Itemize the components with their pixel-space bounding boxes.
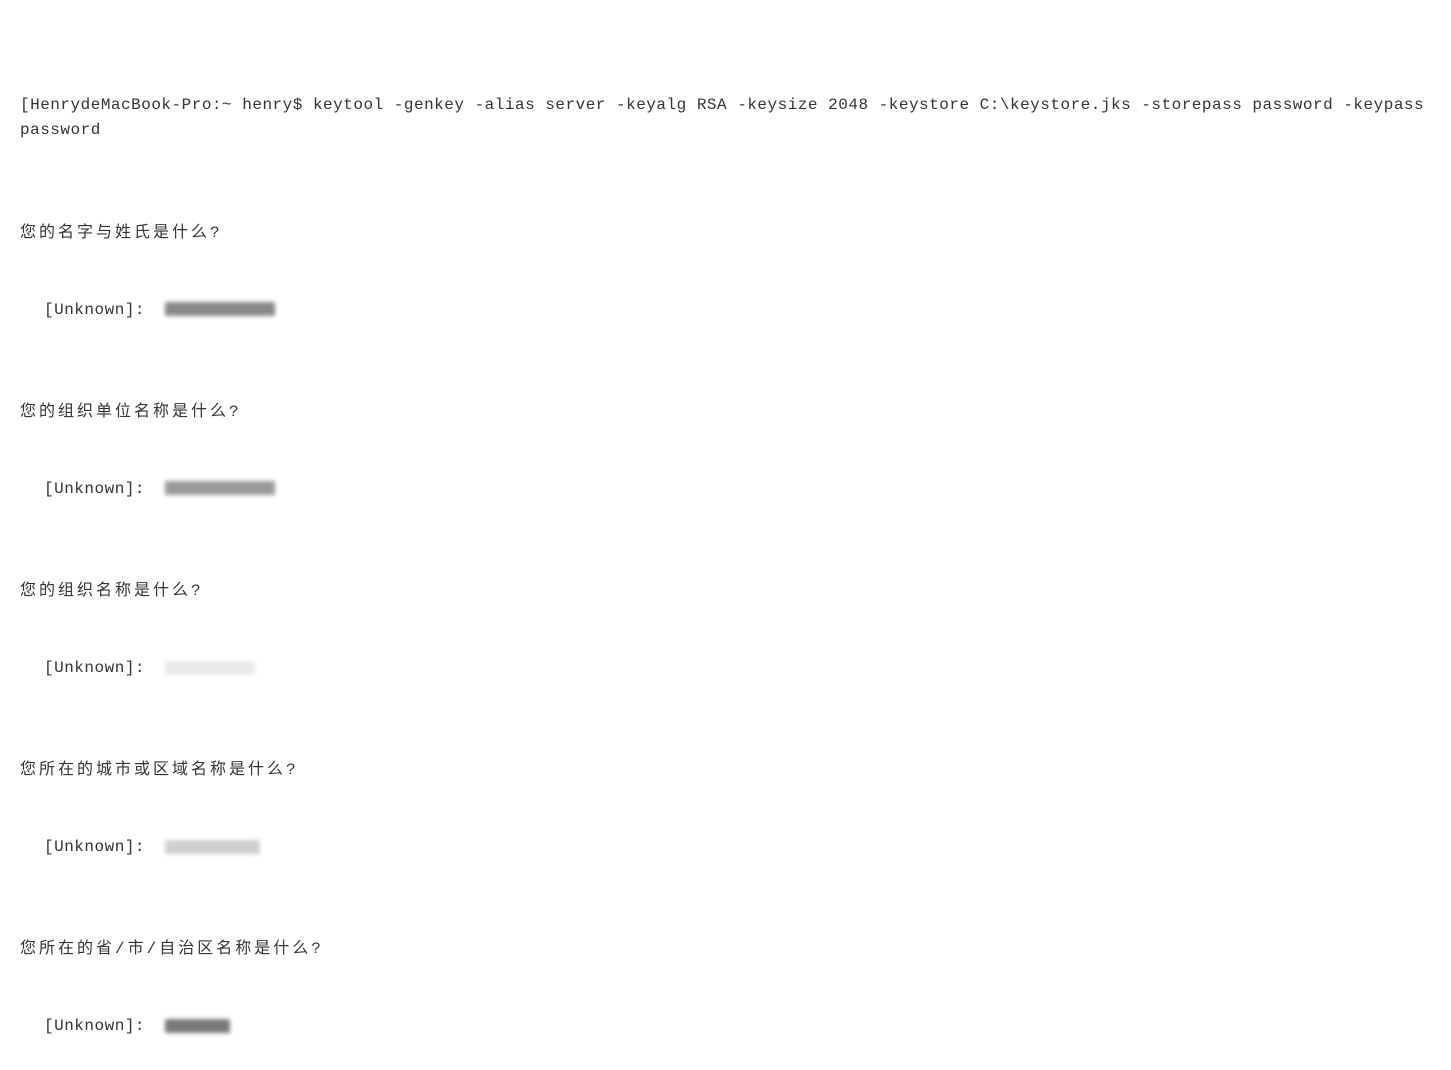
redacted-value [165, 661, 255, 675]
answer-label: [Unknown]: [44, 480, 165, 498]
answer-label: [Unknown]: [44, 838, 165, 856]
answer-label: [Unknown]: [44, 659, 165, 677]
prompt-answer-3: [Unknown]: [44, 656, 1431, 682]
prompt-question-2: 您的组织单位名称是什么? [20, 400, 1431, 426]
prompt-answer-2: [Unknown]: [44, 477, 1431, 503]
shell-prompt: [HenrydeMacBook-Pro:~ henry$ [20, 96, 313, 114]
prompt-answer-5: [Unknown]: [44, 1014, 1431, 1040]
redacted-value [165, 840, 260, 854]
redacted-value [165, 481, 275, 495]
command-line: [HenrydeMacBook-Pro:~ henry$ keytool -ge… [20, 93, 1431, 144]
prompt-answer-1: [Unknown]: [44, 298, 1431, 324]
prompt-question-5: 您所在的省/市/自治区名称是什么? [20, 937, 1431, 963]
answer-label: [Unknown]: [44, 301, 165, 319]
redacted-value [165, 1019, 230, 1033]
terminal-output: [HenrydeMacBook-Pro:~ henry$ keytool -ge… [20, 16, 1431, 1070]
redacted-value [165, 302, 275, 316]
prompt-question-4: 您所在的城市或区域名称是什么? [20, 758, 1431, 784]
prompt-answer-4: [Unknown]: [44, 835, 1431, 861]
prompt-question-3: 您的组织名称是什么? [20, 579, 1431, 605]
prompt-question-1: 您的名字与姓氏是什么? [20, 221, 1431, 247]
answer-label: [Unknown]: [44, 1017, 165, 1035]
